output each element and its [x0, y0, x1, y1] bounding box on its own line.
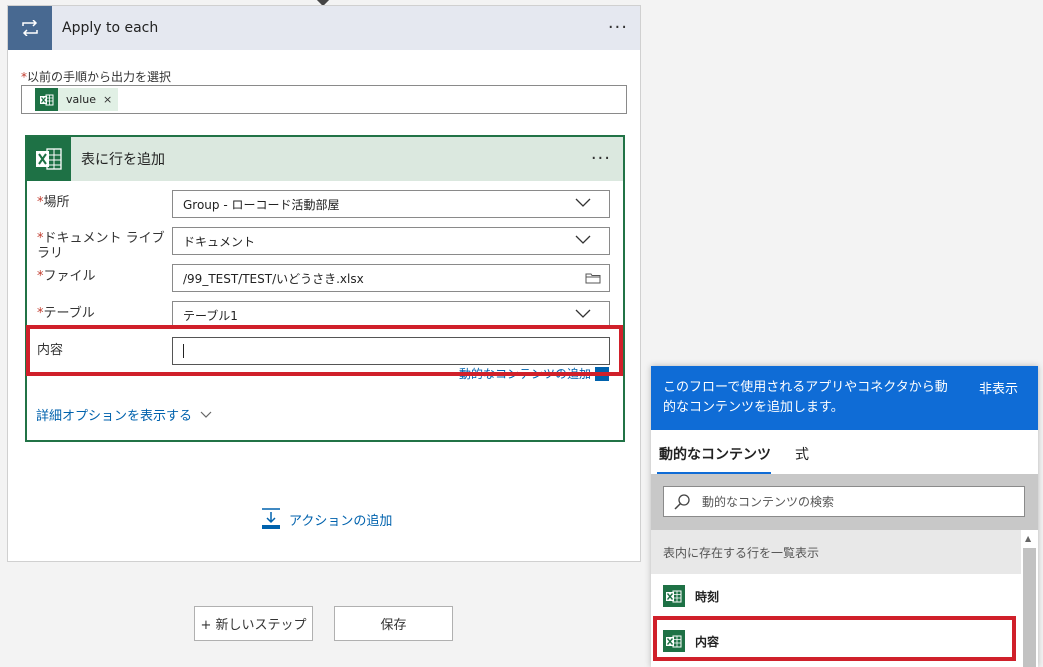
action-title: 表に行を追加: [81, 152, 165, 168]
dynamic-item-content[interactable]: 内容: [651, 619, 1021, 663]
apply-to-each-container: Apply to each ··· *以前の手順から出力を選択 value × …: [7, 5, 641, 562]
content-input[interactable]: [172, 337, 610, 365]
library-dropdown[interactable]: ドキュメント: [172, 227, 610, 255]
output-label: *以前の手順から出力を選択: [21, 68, 171, 85]
loop-more-menu-icon[interactable]: ···: [608, 19, 628, 37]
loop-icon: [8, 6, 52, 50]
search-placeholder: 動的なコンテンツの検索: [702, 495, 835, 509]
table-dropdown[interactable]: テーブル1: [172, 301, 610, 329]
output-select-input[interactable]: value ×: [21, 85, 627, 114]
search-area: 動的なコンテンツの検索: [651, 474, 1038, 530]
location-dropdown[interactable]: Group - ローコード活動部屋: [172, 190, 610, 218]
add-action-icon: [262, 508, 280, 529]
loop-title: Apply to each: [62, 20, 159, 36]
value-token[interactable]: value ×: [35, 88, 119, 111]
add-action-button[interactable]: アクションの追加: [261, 508, 392, 530]
table-label: *テーブル: [37, 306, 95, 321]
library-label: *ドキュメント ライブ ラリ: [37, 231, 165, 261]
chevron-down-icon: [200, 411, 212, 418]
excel-icon: [663, 585, 685, 607]
tab-dynamic-content[interactable]: 動的なコンテンツ: [659, 444, 771, 464]
dynamic-content-search-input[interactable]: 動的なコンテンツの検索: [663, 486, 1025, 517]
add-row-action-card: 表に行を追加 ··· *場所 Group - ローコード活動部屋 *ドキュメント…: [25, 135, 625, 442]
folder-icon[interactable]: [585, 272, 601, 284]
excel-icon: [663, 630, 685, 652]
tab-expression[interactable]: 式: [795, 444, 809, 464]
dynamic-content-panel: このフローで使用されるアプリやコネクタから動的なコンテンツを追加します。 非表示…: [651, 366, 1038, 667]
chevron-down-icon: [575, 198, 591, 207]
save-button[interactable]: 保存: [334, 606, 453, 641]
section-header: 表内に存在する行を一覧表示: [651, 530, 1021, 574]
table-value: テーブル1: [183, 308, 238, 323]
location-value: Group - ローコード活動部屋: [183, 197, 340, 212]
excel-icon: [35, 88, 58, 111]
new-step-button[interactable]: + 新しいステップ: [194, 606, 313, 641]
file-picker[interactable]: /99_TEST/TEST/いどうさき.xlsx: [172, 264, 610, 292]
show-advanced-options-link[interactable]: 詳細オプションを表示する: [36, 405, 212, 424]
action-header[interactable]: 表に行を追加 ···: [27, 137, 623, 181]
library-value: ドキュメント: [183, 234, 256, 249]
text-caret: [183, 344, 184, 358]
token-remove-icon[interactable]: ×: [103, 93, 112, 106]
scroll-thumb[interactable]: [1023, 548, 1036, 667]
hide-panel-link[interactable]: 非表示: [979, 380, 1018, 400]
loop-header[interactable]: Apply to each ···: [8, 6, 640, 50]
add-dynamic-content-link[interactable]: 動的なコンテンツの追加: [459, 365, 609, 382]
file-value: /99_TEST/TEST/いどうさき.xlsx: [183, 271, 364, 286]
excel-icon: [27, 137, 71, 181]
output-label-text: 以前の手順から出力を選択: [27, 70, 172, 84]
token-label: value: [66, 93, 97, 106]
content-label: 内容: [37, 343, 64, 358]
scroll-up-icon[interactable]: ▲: [1025, 534, 1031, 543]
file-label: *ファイル: [37, 269, 96, 284]
dynamic-item-time[interactable]: 時刻: [651, 574, 1021, 618]
panel-header: このフローで使用されるアプリやコネクタから動的なコンテンツを追加します。 非表示: [651, 366, 1038, 430]
dynamic-content-icon: [595, 366, 609, 381]
action-more-menu-icon[interactable]: ···: [591, 150, 611, 168]
panel-scrollbar[interactable]: ▲: [1023, 534, 1036, 667]
search-icon: [674, 493, 690, 510]
chevron-down-icon: [575, 309, 591, 318]
panel-tabs: 動的なコンテンツ 式: [651, 430, 1038, 474]
chevron-down-icon: [575, 235, 591, 244]
location-label: *場所: [37, 195, 70, 210]
panel-description: このフローで使用されるアプリやコネクタから動的なコンテンツを追加します。: [663, 380, 948, 415]
